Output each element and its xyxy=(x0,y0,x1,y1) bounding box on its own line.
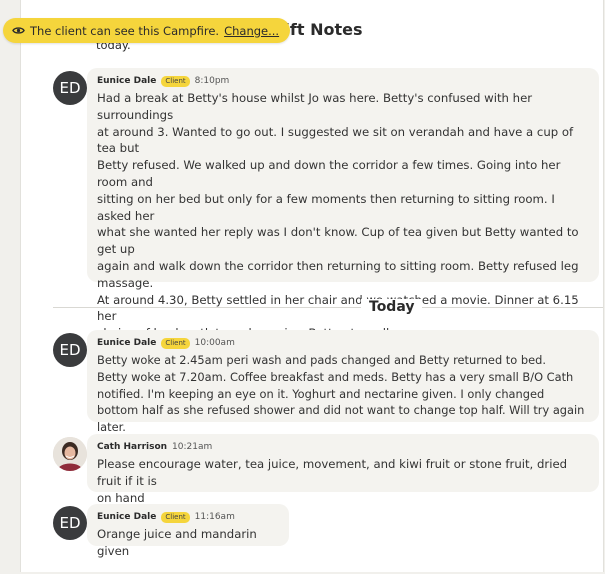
avatar-initials: ED xyxy=(59,514,81,532)
message-bubble: Eunice Dale Client 10:00am Betty woke at… xyxy=(87,330,599,434)
message-time: 8:10pm xyxy=(194,76,230,86)
change-visibility-link[interactable]: Change... xyxy=(224,24,279,38)
client-badge: Client xyxy=(161,75,190,87)
avatar-photo xyxy=(53,437,87,471)
message-meta: Eunice Dale Client 10:00am xyxy=(97,336,589,350)
person-photo-icon xyxy=(53,437,87,471)
avatar-initials: ED xyxy=(59,79,81,97)
message-author[interactable]: Cath Harrison xyxy=(97,442,167,452)
message-time: 10:21am xyxy=(172,442,213,452)
message-time: 10:00am xyxy=(194,338,235,348)
avatar: ED xyxy=(53,333,87,367)
message-author[interactable]: Eunice Dale xyxy=(97,76,156,86)
message-body: Betty woke at 2.45am peri wash and pads … xyxy=(97,353,585,435)
client-badge: Client xyxy=(161,511,190,523)
message-meta: Eunice Dale Client 8:10pm xyxy=(97,74,589,88)
client-badge: Client xyxy=(161,337,190,349)
eye-icon xyxy=(12,27,25,34)
message-body: Orange juice and mandarin given xyxy=(97,527,257,558)
date-divider-label: Today xyxy=(361,299,423,315)
date-divider-line xyxy=(53,307,603,308)
avatar-initials: ED xyxy=(59,341,81,359)
shift-notes-panel: Shift Notes today. ED Eunice Dale Client… xyxy=(20,0,604,572)
message-bubble: Cath Harrison 10:21am Please encourage w… xyxy=(87,434,599,505)
client-visibility-notice: The client can see this Campfire. Change… xyxy=(3,18,291,43)
message-author[interactable]: Eunice Dale xyxy=(97,338,156,348)
message-author[interactable]: Eunice Dale xyxy=(97,512,156,522)
message-bubble: Eunice Dale Client 11:16am Orange juice … xyxy=(87,504,289,558)
message-meta: Cath Harrison 10:21am xyxy=(97,440,589,454)
message-time: 11:16am xyxy=(194,512,235,522)
notice-text: The client can see this Campfire. xyxy=(30,23,220,38)
avatar: ED xyxy=(53,71,87,105)
message-meta: Eunice Dale Client 11:16am xyxy=(97,510,279,524)
message-bubble: Eunice Dale Client 8:10pm Had a break at… xyxy=(87,68,599,374)
avatar: ED xyxy=(53,506,87,540)
message-body: Please encourage water, tea juice, movem… xyxy=(97,457,568,505)
